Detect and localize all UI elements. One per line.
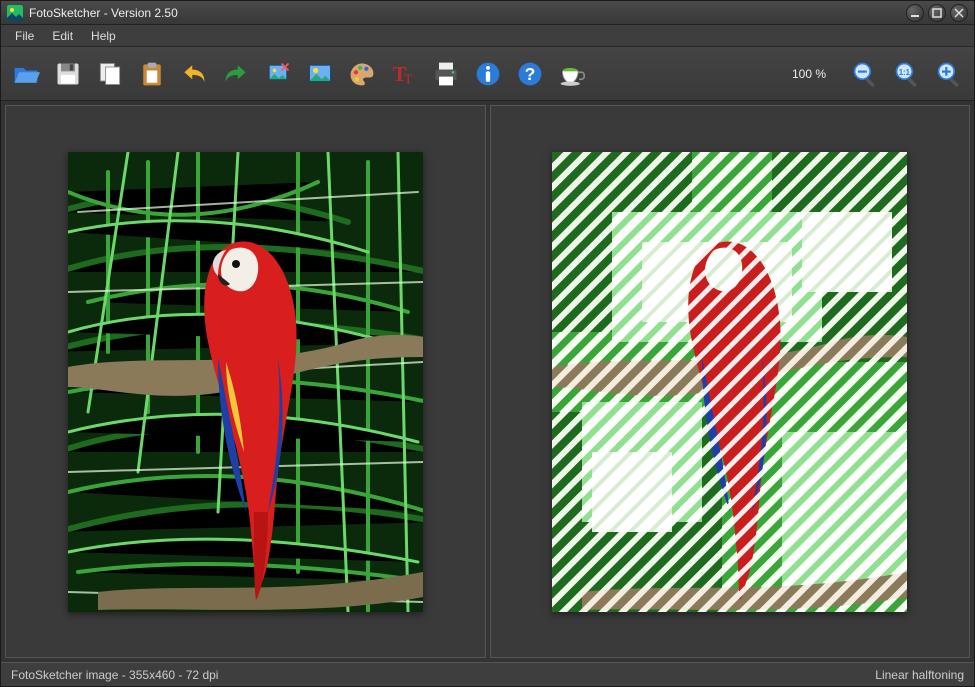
crop-button[interactable] <box>261 57 295 91</box>
undo-icon <box>180 60 208 88</box>
open-file-icon <box>12 60 40 88</box>
crop-icon <box>264 60 292 88</box>
window-controls <box>906 4 968 22</box>
maximize-icon <box>932 8 942 18</box>
redo-button[interactable] <box>219 57 253 91</box>
open-button[interactable] <box>9 57 43 91</box>
status-left: FotoSketcher image - 355x460 - 72 dpi <box>11 668 875 682</box>
image-settings-icon <box>306 60 334 88</box>
zoom-level-label: 100 % <box>778 67 840 81</box>
text-tool-button[interactable]: TT <box>387 57 421 91</box>
paste-icon <box>138 60 166 88</box>
source-image <box>68 152 423 612</box>
workspace <box>1 101 974 662</box>
zoom-actual-icon: 1:1 <box>893 60 921 88</box>
maximize-button[interactable] <box>928 4 946 22</box>
text-tool-icon: TT <box>390 60 418 88</box>
info-icon <box>474 60 502 88</box>
minimize-icon <box>910 8 920 18</box>
redo-icon <box>222 60 250 88</box>
save-button[interactable] <box>51 57 85 91</box>
zoom-in-button[interactable] <box>932 57 966 91</box>
info-button[interactable] <box>471 57 505 91</box>
zoom-actual-button[interactable]: 1:1 <box>890 57 924 91</box>
help-button[interactable]: ? <box>513 57 547 91</box>
title-bar: FotoSketcher - Version 2.50 <box>1 1 974 25</box>
palette-button[interactable] <box>345 57 379 91</box>
zoom-out-icon <box>851 60 879 88</box>
copy-button[interactable] <box>93 57 127 91</box>
print-button[interactable] <box>429 57 463 91</box>
menu-edit[interactable]: Edit <box>44 27 81 45</box>
close-button[interactable] <box>950 4 968 22</box>
toolbar: TT ? 100 % 1:1 <box>1 47 974 101</box>
result-panel[interactable] <box>490 105 971 658</box>
save-icon <box>54 60 82 88</box>
zoom-in-icon <box>935 60 963 88</box>
help-icon: ? <box>516 60 544 88</box>
svg-text:1:1: 1:1 <box>899 67 911 76</box>
menu-bar: File Edit Help <box>1 25 974 47</box>
close-icon <box>954 8 964 18</box>
status-right: Linear halftoning <box>875 668 964 682</box>
image-settings-button[interactable] <box>303 57 337 91</box>
donate-icon <box>558 60 586 88</box>
zoom-out-button[interactable] <box>848 57 882 91</box>
copy-icon <box>96 60 124 88</box>
palette-icon <box>348 60 376 88</box>
paste-button[interactable] <box>135 57 169 91</box>
window-title: FotoSketcher - Version 2.50 <box>29 6 906 20</box>
app-icon <box>7 5 23 21</box>
donate-button[interactable] <box>555 57 589 91</box>
print-icon <box>432 60 460 88</box>
menu-file[interactable]: File <box>7 27 42 45</box>
source-panel[interactable] <box>5 105 486 658</box>
status-bar: FotoSketcher image - 355x460 - 72 dpi Li… <box>1 662 974 686</box>
result-image <box>552 152 907 612</box>
svg-text:?: ? <box>525 64 536 84</box>
svg-text:T: T <box>404 72 413 87</box>
menu-help[interactable]: Help <box>83 27 124 45</box>
undo-button[interactable] <box>177 57 211 91</box>
minimize-button[interactable] <box>906 4 924 22</box>
